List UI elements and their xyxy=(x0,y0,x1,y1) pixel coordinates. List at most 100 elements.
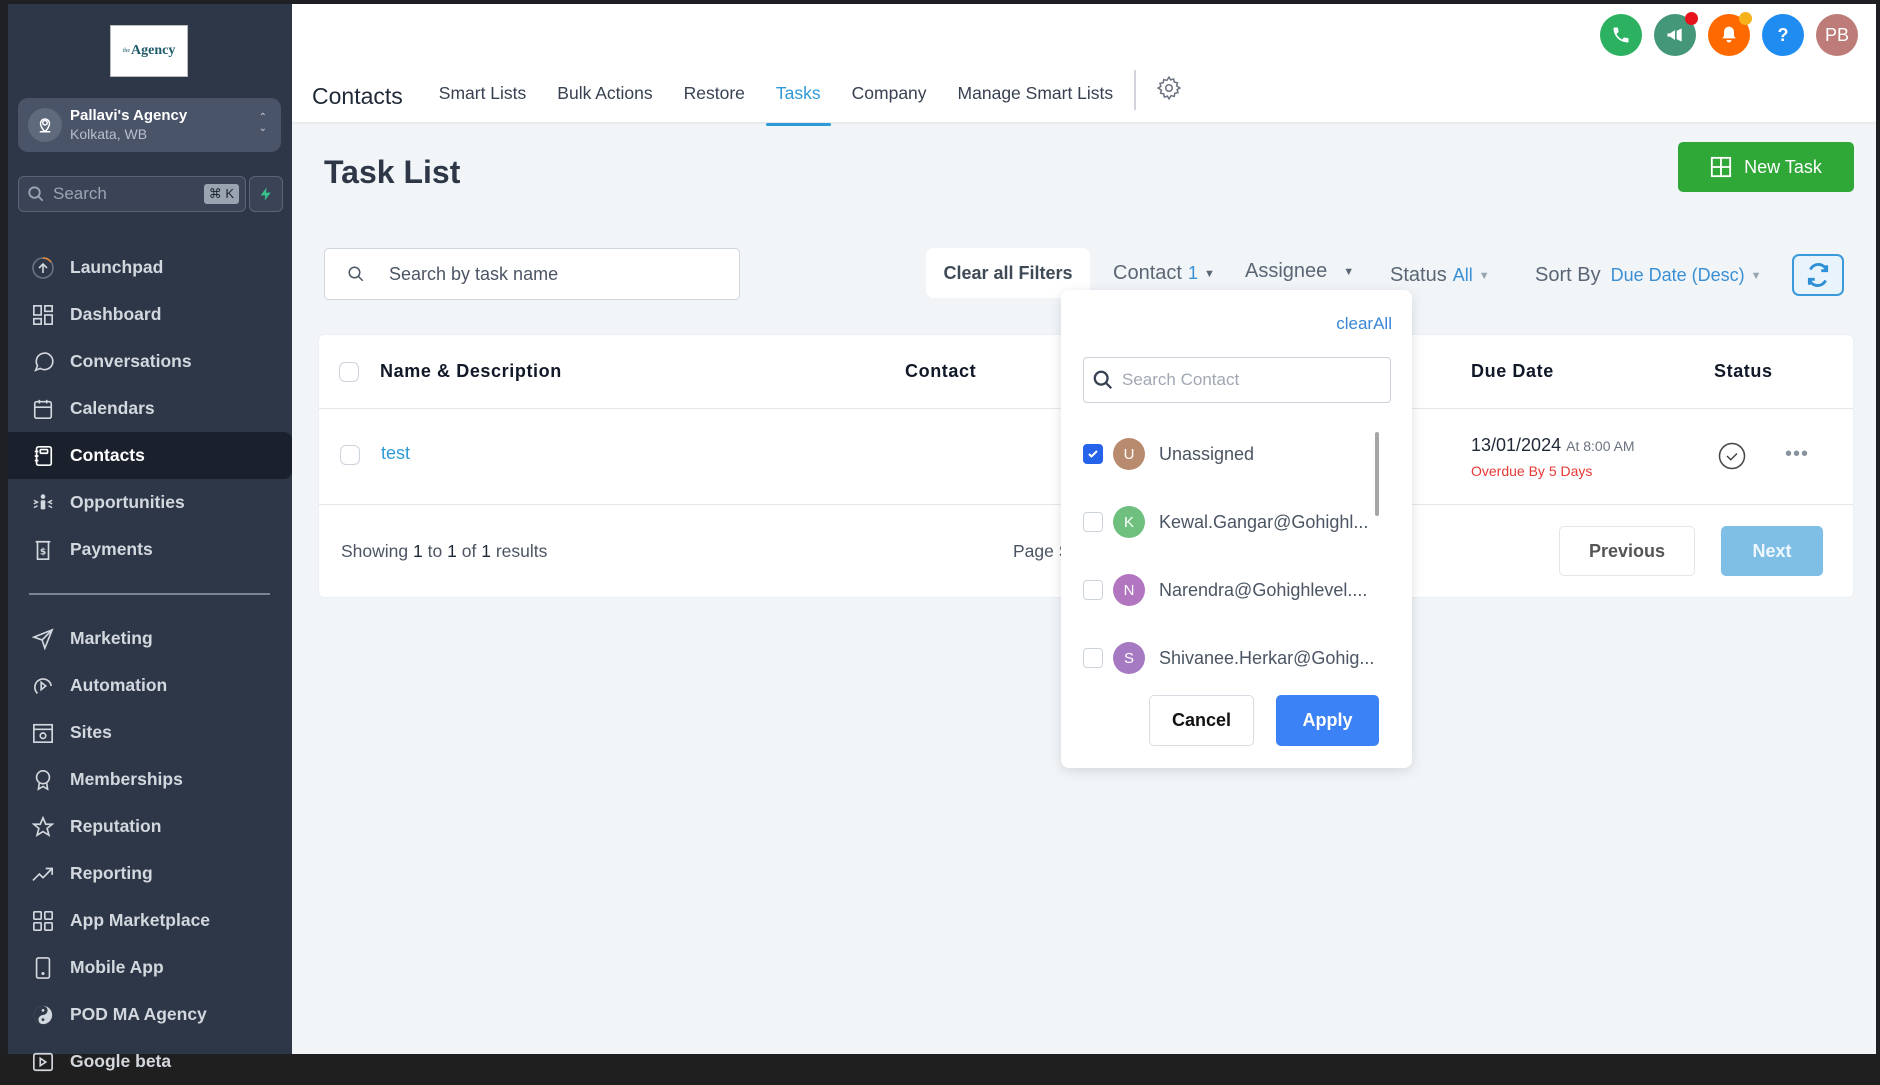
sidebar-item-contacts[interactable]: Contacts xyxy=(8,432,292,479)
sidebar-search-placeholder: Search xyxy=(53,184,107,203)
tab-manage-smart-lists[interactable]: Manage Smart Lists xyxy=(958,83,1114,110)
apply-button[interactable]: Apply xyxy=(1276,695,1379,746)
search-icon xyxy=(28,186,44,202)
sidebar-item-marketing[interactable]: Marketing xyxy=(8,615,292,662)
previous-page-button[interactable]: Previous xyxy=(1559,526,1695,576)
option-avatar: U xyxy=(1113,438,1145,470)
option-checkbox[interactable] xyxy=(1083,648,1103,668)
notifications-button[interactable] xyxy=(1708,12,1752,56)
agency-logo[interactable]: the Agency xyxy=(110,25,188,77)
sidebar-item-dashboard[interactable]: Dashboard xyxy=(8,291,292,338)
sort-by-value: Due Date (Desc) xyxy=(1610,265,1745,285)
sidebar-item-reporting[interactable]: Reporting xyxy=(8,850,292,897)
column-header-name: Name & Description xyxy=(380,361,562,381)
sidebar-item-opportunities[interactable]: Opportunities xyxy=(8,479,292,526)
tab-restore[interactable]: Restore xyxy=(684,83,745,110)
status-filter[interactable]: Status All ▼ xyxy=(1390,264,1490,287)
send-icon xyxy=(30,626,56,652)
more-options-icon[interactable]: ••• xyxy=(1785,443,1809,466)
phone-button[interactable] xyxy=(1600,14,1642,56)
option-avatar: S xyxy=(1113,642,1145,674)
tab-tasks[interactable]: Tasks xyxy=(765,83,831,126)
help-button[interactable]: ? xyxy=(1762,14,1804,56)
contact-option[interactable]: U Unassigned xyxy=(1061,420,1412,488)
task-search-input[interactable]: Search by task name xyxy=(324,248,740,300)
column-header-contact: Contact xyxy=(905,361,977,381)
sidebar-item-pod-ma-agency[interactable]: POD MA Agency xyxy=(8,991,292,1038)
contact-option[interactable]: K Kewal.Gangar@Gohighl... xyxy=(1061,488,1412,556)
contact-filter-dropdown: clearAll Search Contact U Unassigned K K… xyxy=(1061,290,1412,768)
launchpad-icon xyxy=(30,255,56,281)
assignee-filter[interactable]: Assignee ▼ xyxy=(1245,260,1354,283)
chevron-down-icon: ▼ xyxy=(1203,267,1215,280)
page-title: Task List xyxy=(324,154,461,190)
account-switcher[interactable]: Pallavi's Agency Kolkata, WB ⌃ ⌄ xyxy=(18,98,281,152)
mark-complete-button[interactable] xyxy=(1717,441,1747,476)
sidebar-item-calendars[interactable]: Calendars xyxy=(8,385,292,432)
sidebar-item-payments[interactable]: $ Payments xyxy=(8,526,292,573)
status-filter-value: All xyxy=(1452,265,1473,285)
check-circle-icon xyxy=(1718,442,1746,470)
tab-smart-lists[interactable]: Smart Lists xyxy=(439,83,527,110)
yin-yang-icon xyxy=(30,1002,56,1028)
search-icon xyxy=(348,266,364,282)
sidebar-item-label: Contacts xyxy=(70,445,145,465)
contact-filter-label: Contact xyxy=(1113,262,1182,284)
option-avatar: K xyxy=(1113,506,1145,538)
sidebar-item-reputation[interactable]: Reputation xyxy=(8,803,292,850)
refresh-button[interactable] xyxy=(1792,254,1844,296)
sidebar-item-label: Marketing xyxy=(70,628,153,648)
results-summary: Showing 1 to 1 of 1 results xyxy=(341,541,548,561)
option-checkbox[interactable] xyxy=(1083,512,1103,532)
automation-icon xyxy=(30,673,56,699)
sidebar-item-memberships[interactable]: Memberships xyxy=(8,756,292,803)
sidebar-item-conversations[interactable]: Conversations xyxy=(8,338,292,385)
clear-all-link[interactable]: clearAll xyxy=(1336,314,1392,334)
quick-action-button[interactable] xyxy=(249,176,283,212)
tab-company[interactable]: Company xyxy=(852,83,927,110)
option-checkbox[interactable] xyxy=(1083,580,1103,600)
sidebar-item-launchpad[interactable]: Launchpad xyxy=(8,244,292,291)
sidebar-item-mobile-app[interactable]: Mobile App xyxy=(8,944,292,991)
contact-option[interactable]: S Shivanee.Herkar@Gohig... xyxy=(1061,624,1412,692)
contact-search-input[interactable]: Search Contact xyxy=(1083,357,1391,403)
video-icon xyxy=(30,1049,56,1075)
sidebar-item-automation[interactable]: Automation xyxy=(8,662,292,709)
tab-bulk-actions[interactable]: Bulk Actions xyxy=(557,83,652,110)
sidebar-item-label: Launchpad xyxy=(70,257,164,277)
sidebar-item-google-beta[interactable]: Google beta xyxy=(8,1038,292,1085)
mobile-icon xyxy=(30,955,56,981)
table-plus-icon xyxy=(1711,156,1732,178)
row-checkbox[interactable] xyxy=(340,445,360,465)
column-header-status: Status xyxy=(1714,361,1773,381)
option-checkbox[interactable] xyxy=(1083,444,1103,464)
overdue-label: Overdue By 5 Days xyxy=(1471,463,1593,479)
next-page-button[interactable]: Next xyxy=(1721,526,1823,576)
task-search-placeholder: Search by task name xyxy=(389,263,559,284)
chevron-down-icon: ▼ xyxy=(1343,265,1355,278)
shortcut-badge: ⌘ K xyxy=(203,184,239,204)
sidebar-item-app-marketplace[interactable]: App Marketplace xyxy=(8,897,292,944)
sidebar-search[interactable]: Search ⌘ K xyxy=(18,176,246,212)
user-avatar[interactable]: PB xyxy=(1816,14,1858,56)
sidebar-item-sites[interactable]: Sites xyxy=(8,709,292,756)
status-filter-label: Status xyxy=(1390,264,1447,286)
assignee-filter-label: Assignee xyxy=(1245,260,1328,282)
task-name-link[interactable]: test xyxy=(381,443,410,464)
contact-option-list: U Unassigned K Kewal.Gangar@Gohighl... N… xyxy=(1061,420,1412,692)
contacts-tabs: Contacts Smart Lists Bulk Actions Restor… xyxy=(312,70,1182,126)
phone-icon xyxy=(1613,27,1629,43)
select-all-checkbox[interactable] xyxy=(339,362,359,382)
dropdown-scrollbar[interactable] xyxy=(1375,432,1379,516)
chevron-updown-icon: ⌃ ⌄ xyxy=(258,112,267,134)
new-task-button[interactable]: New Task xyxy=(1678,142,1854,192)
cancel-button[interactable]: Cancel xyxy=(1149,695,1254,746)
due-time-value: At 8:00 AM xyxy=(1566,438,1635,454)
contact-option[interactable]: N Narendra@Gohighlevel.... xyxy=(1061,556,1412,624)
announcements-button[interactable] xyxy=(1654,12,1698,56)
sort-by-filter[interactable]: Sort By Due Date (Desc) ▼ xyxy=(1535,264,1762,287)
header-actions: ? PB xyxy=(1600,12,1858,56)
contact-filter[interactable]: Contact 1 ▼ xyxy=(1113,262,1215,285)
svg-text:$: $ xyxy=(40,546,46,557)
settings-gear-icon[interactable] xyxy=(1156,75,1182,110)
